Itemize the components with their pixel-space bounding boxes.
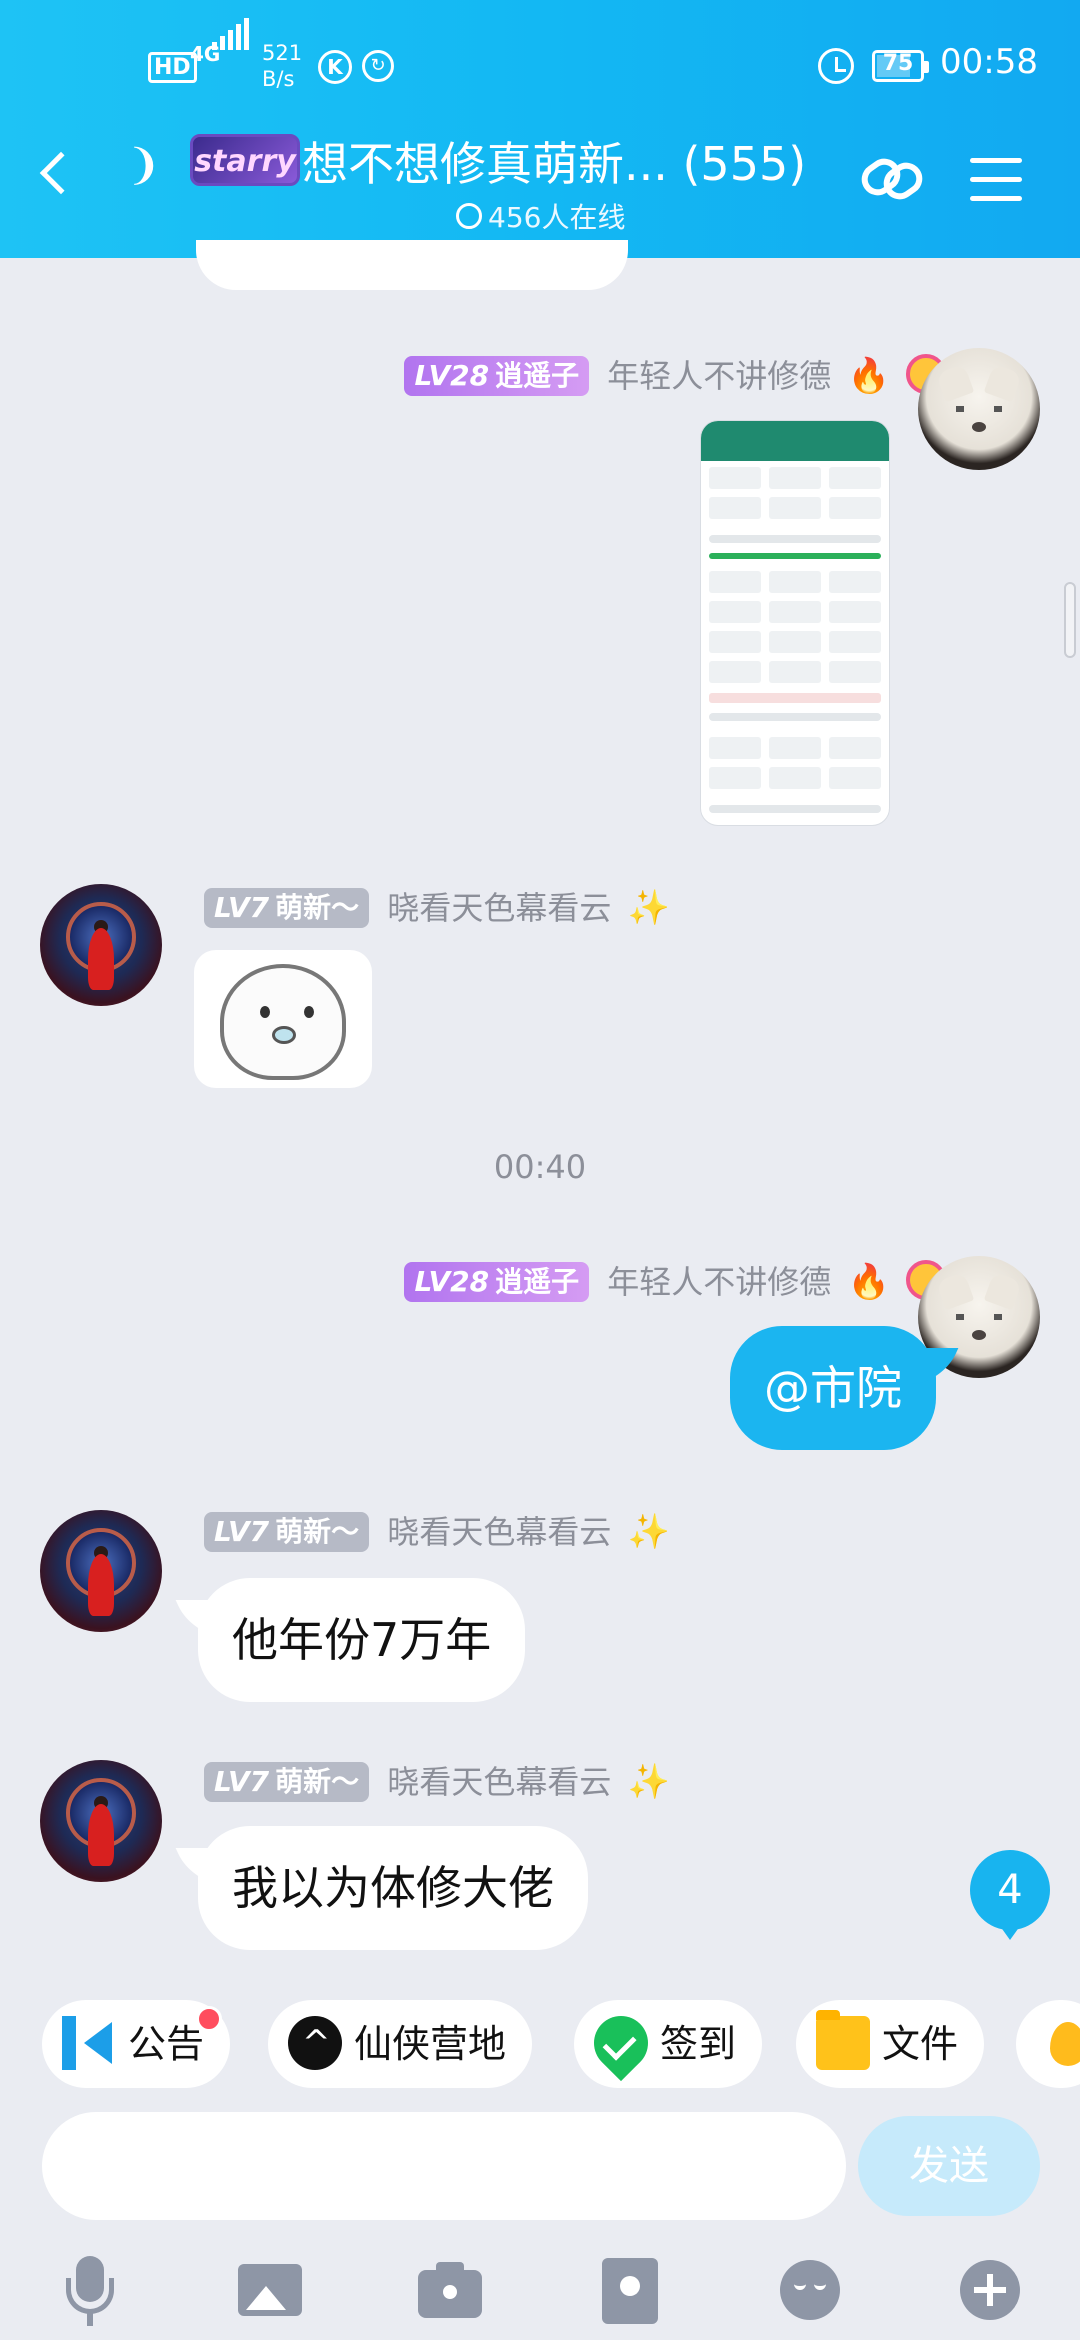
k-icon: K [318,50,352,84]
avatar[interactable] [40,1760,162,1882]
emoji-icon[interactable] [770,2250,850,2330]
avatar[interactable] [918,348,1040,470]
battery-icon: 75 [872,50,929,82]
back-icon[interactable] [39,151,83,195]
level-badge: LV7 萌新～ [204,888,370,928]
avatar[interactable] [40,884,162,1006]
send-button[interactable]: 发送 [858,2116,1040,2216]
previous-message-bubble[interactable] [196,240,628,290]
sender-name[interactable]: 年轻人不讲修德 [607,1263,831,1301]
bear-sticker [220,964,346,1080]
message-bubble[interactable]: 他年份7万年 [198,1578,526,1702]
avatar[interactable] [40,1510,162,1632]
sender-name[interactable]: 晓看天色幕看云 [387,1763,611,1801]
sync-icon: ↻ [362,50,394,82]
menu-icon[interactable] [970,158,1022,202]
input-toolbar [0,2240,1080,2340]
level-badge: LV28 逍遥子 [404,1262,590,1302]
message-meta: LV7 萌新～ 晓看天色幕看云 ✨ [204,1508,670,1552]
quick-actions-bar: 公告 仙侠营地 签到 文件 [0,2000,1080,2090]
checkin-icon [582,2004,660,2081]
chat-header: HD 4G 521 B/s K ↻ 75 00:58 ❩ starry 想不想修… [0,0,1080,258]
online-status[interactable]: 456人在线 [456,196,625,236]
plus-icon[interactable] [950,2250,1030,2330]
message-bubble[interactable]: 我以为体修大佬 [198,1826,588,1950]
sticker-message[interactable] [194,950,372,1088]
drop-icon [1050,2022,1080,2066]
fire-icon: 🔥 [847,356,890,396]
megaphone-icon [62,2015,116,2070]
scrollbar[interactable] [1064,582,1076,658]
level-badge: LV7 萌新～ [204,1512,370,1552]
message-meta: LV7 萌新～ 晓看天色幕看云 ✨ [204,1758,670,1802]
sparkle-icon: ✨ [627,888,670,928]
more-action-button[interactable] [1016,2000,1080,2088]
files-button[interactable]: 文件 [796,2000,985,2088]
mic-icon[interactable] [50,2250,130,2330]
unread-count-badge[interactable]: 4 [970,1850,1050,1940]
notification-dot [196,2006,223,2032]
clock: 00:58 [940,42,1038,82]
message-input[interactable] [42,2112,846,2220]
image-icon[interactable] [230,2250,310,2330]
camp-button[interactable]: 仙侠营地 [268,2000,533,2088]
ear-icon[interactable]: ❩ [126,140,161,189]
timestamp: 00:40 [493,1148,587,1186]
status-bar: HD 4G 521 B/s K ↻ 75 00:58 [0,18,1080,98]
camp-icon [288,2015,342,2070]
sender-name[interactable]: 年轻人不讲修德 [607,357,831,395]
message-meta: LV28 逍遥子 年轻人不讲修德 🔥 [404,1258,946,1302]
network-speed: 521 B/s [262,41,303,91]
camera-icon[interactable] [410,2250,490,2330]
red-packet-icon[interactable] [590,2250,670,2330]
sender-name[interactable]: 晓看天色幕看云 [387,889,611,927]
level-badge: LV28 逍遥子 [404,356,590,396]
group-badge: starry [190,134,300,186]
message-meta: LV7 萌新～ 晓看天色幕看云 ✨ [204,884,670,928]
checkin-button[interactable]: 签到 [574,2000,763,2088]
announcement-button[interactable]: 公告 [42,2000,231,2088]
alarm-icon [818,48,854,84]
image-message[interactable] [700,420,890,826]
link-icon[interactable] [858,150,928,206]
chevron-circle-icon [456,203,482,229]
folder-icon [816,2009,870,2070]
fire-icon: 🔥 [847,1262,890,1302]
sparkle-icon: ✨ [627,1512,670,1552]
sender-name[interactable]: 晓看天色幕看云 [387,1513,611,1551]
message-meta: LV28 逍遥子 年轻人不讲修德 🔥 [404,352,946,396]
sparkle-icon: ✨ [627,1762,670,1802]
message-bubble[interactable]: @市院 [730,1326,936,1450]
level-badge: LV7 萌新～ [204,1762,370,1802]
group-title[interactable]: 想不想修真萌新... (555) [302,128,806,194]
